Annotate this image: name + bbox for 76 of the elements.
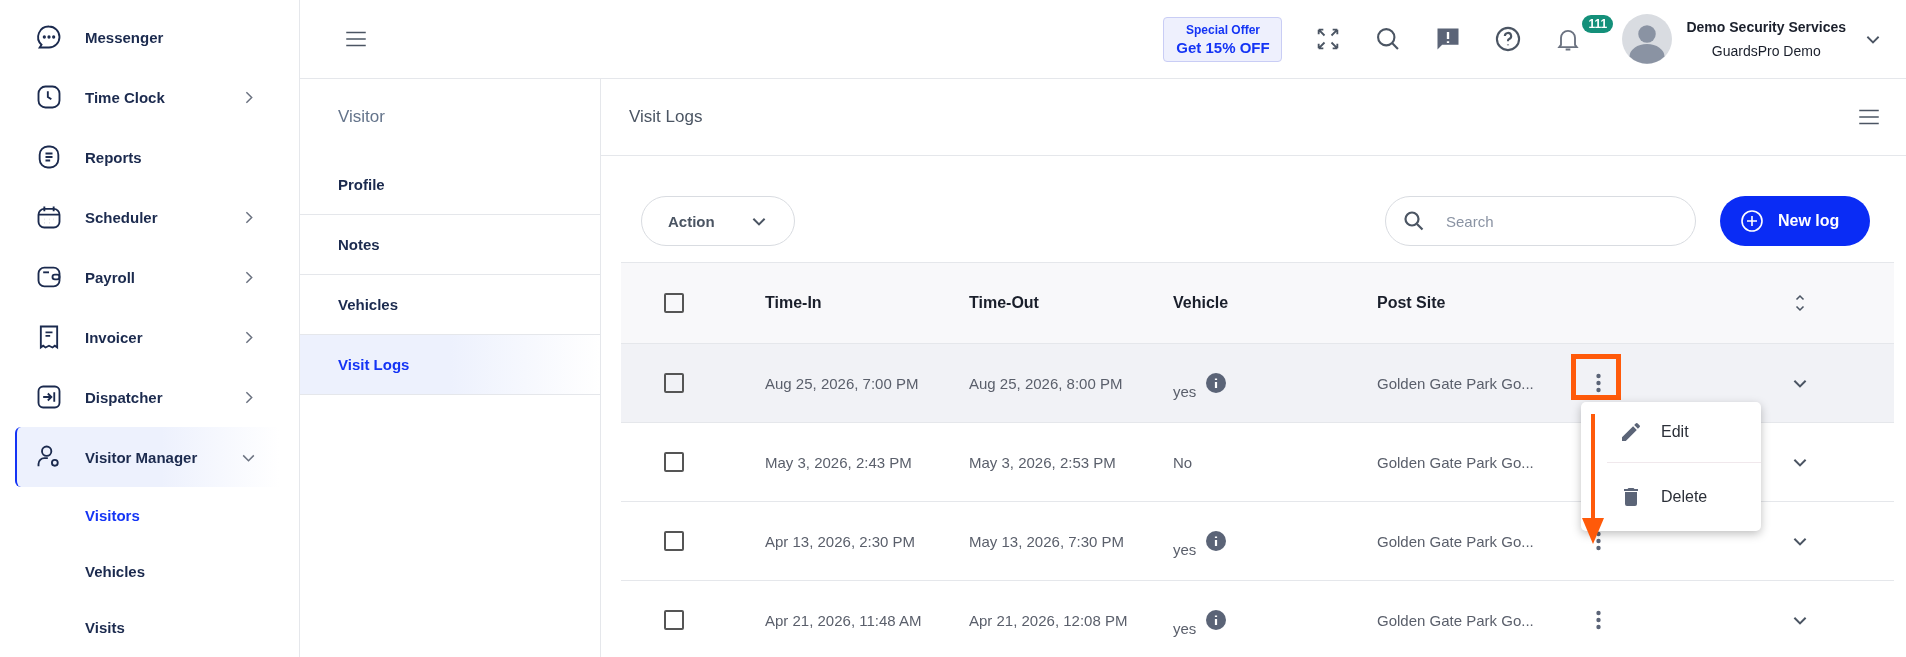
column-header: Time-In: [765, 293, 823, 313]
menu-item[interactable]: Edit: [1607, 402, 1761, 463]
new-log-button[interactable]: New log: [1720, 196, 1870, 246]
sort-icon[interactable]: [1793, 292, 1807, 314]
table-cell: Golden Gate Park Go...: [1377, 611, 1534, 629]
table-cell: yes: [1173, 540, 1197, 558]
column-header: Vehicle: [1173, 293, 1230, 313]
nav-label: Invoicer: [85, 328, 144, 346]
notification-count: 111: [1582, 15, 1614, 33]
info-icon[interactable]: [1206, 373, 1227, 393]
row-checkbox[interactable]: [664, 452, 684, 472]
search-field[interactable]: Search: [1385, 196, 1696, 246]
table-cell: No: [1173, 453, 1193, 471]
nav-label: Dispatcher: [85, 388, 164, 406]
sidebar-subitem[interactable]: Visitors: [0, 487, 299, 543]
section-title: Visitor: [337, 106, 386, 128]
column-header: Post Site: [1377, 293, 1447, 313]
sidebar-item[interactable]: Reports: [15, 127, 279, 187]
page-title: Visit Logs: [629, 107, 703, 127]
more-options-icon[interactable]: [1594, 529, 1602, 553]
arrow-into-bar-icon: [35, 383, 63, 411]
nav-label: Reports: [85, 148, 143, 166]
nav-label: Payroll: [85, 268, 137, 286]
avatar-silhouette[interactable]: [1622, 14, 1673, 64]
action-dropdown[interactable]: Action: [641, 196, 795, 246]
search-icon: [1402, 209, 1426, 233]
sidebar-item[interactable]: Messenger: [15, 7, 279, 67]
annotation-box: [1571, 354, 1621, 400]
subnav-tab[interactable]: Profile: [300, 155, 600, 215]
sidebar-item[interactable]: Dispatcher: [15, 367, 279, 427]
sidebar-item[interactable]: Invoicer: [15, 307, 279, 367]
clock-icon: [35, 83, 63, 111]
subnav-tab[interactable]: Visit Logs: [300, 335, 600, 395]
more-options-icon[interactable]: [1594, 371, 1602, 395]
sidebar-subitem[interactable]: Visits: [0, 599, 299, 655]
plus-circle-icon: [1740, 209, 1764, 233]
search-input[interactable]: Search: [1444, 211, 1668, 231]
menu-label: Edit: [1661, 423, 1689, 441]
info-icon[interactable]: [1206, 610, 1227, 630]
table-cell: Golden Gate Park Go...: [1377, 532, 1534, 550]
table-cell: Apr 21, 2026, 11:48 AM: [765, 611, 922, 629]
nav-label: Time Clock: [85, 88, 166, 106]
row-checkbox[interactable]: [664, 610, 684, 630]
table-cell: Aug 25, 2026, 8:00 PM: [969, 374, 1123, 392]
user-name: Demo Security Services: [1686, 19, 1846, 35]
info-icon[interactable]: [1206, 531, 1227, 551]
row-checkbox[interactable]: [664, 531, 684, 551]
chat-bubble-icon: [35, 23, 63, 51]
sidebar-item[interactable]: Scheduler: [15, 187, 279, 247]
special-offer-button[interactable]: Special Offer Get 15% OFF: [1163, 16, 1283, 62]
table-cell: Golden Gate Park Go...: [1377, 374, 1534, 392]
company-name: GuardsPro Demo: [1711, 43, 1821, 59]
table-row[interactable]: Aug 25, 2026, 7:00 PM Aug 25, 2026, 8:00 PM yes Golden Gate Park Go...: [621, 344, 1894, 423]
help-icon[interactable]: [1494, 25, 1523, 53]
subnav-tab[interactable]: Notes: [300, 215, 600, 275]
table-cell: yes: [1173, 382, 1197, 400]
sidebar-subitem[interactable]: Vehicles: [0, 543, 299, 599]
select-all-checkbox[interactable]: [664, 293, 684, 313]
table-cell: Apr 21, 2026, 12:08 PM: [969, 611, 1128, 629]
nav-label: Visitor Manager: [85, 448, 199, 466]
nav-label: Messenger: [85, 28, 165, 46]
table-cell: Golden Gate Park Go...: [1377, 453, 1534, 471]
more-options-icon[interactable]: [1594, 608, 1602, 632]
sidebar-item[interactable]: Time Clock: [15, 67, 279, 127]
table-cell: Apr 13, 2026, 2:30 PM: [765, 532, 916, 550]
table-cell: yes: [1173, 619, 1197, 637]
table-cell: May 3, 2026, 2:43 PM: [765, 453, 912, 471]
table-cell: May 13, 2026, 7:30 PM: [969, 532, 1125, 550]
table-cell: May 3, 2026, 2:53 PM: [969, 453, 1116, 471]
column-header: Time-Out: [969, 293, 1040, 313]
sidebar-item[interactable]: Payroll: [15, 247, 279, 307]
table-row[interactable]: Apr 21, 2026, 11:48 AM Apr 21, 2026, 12:08 PM yes Golden Gate Park Go...: [621, 581, 1894, 657]
table-cell: Aug 25, 2026, 7:00 PM: [765, 374, 919, 392]
nav-label: Scheduler: [85, 208, 159, 226]
pencil-icon: [1619, 420, 1643, 444]
row-checkbox[interactable]: [664, 373, 684, 393]
